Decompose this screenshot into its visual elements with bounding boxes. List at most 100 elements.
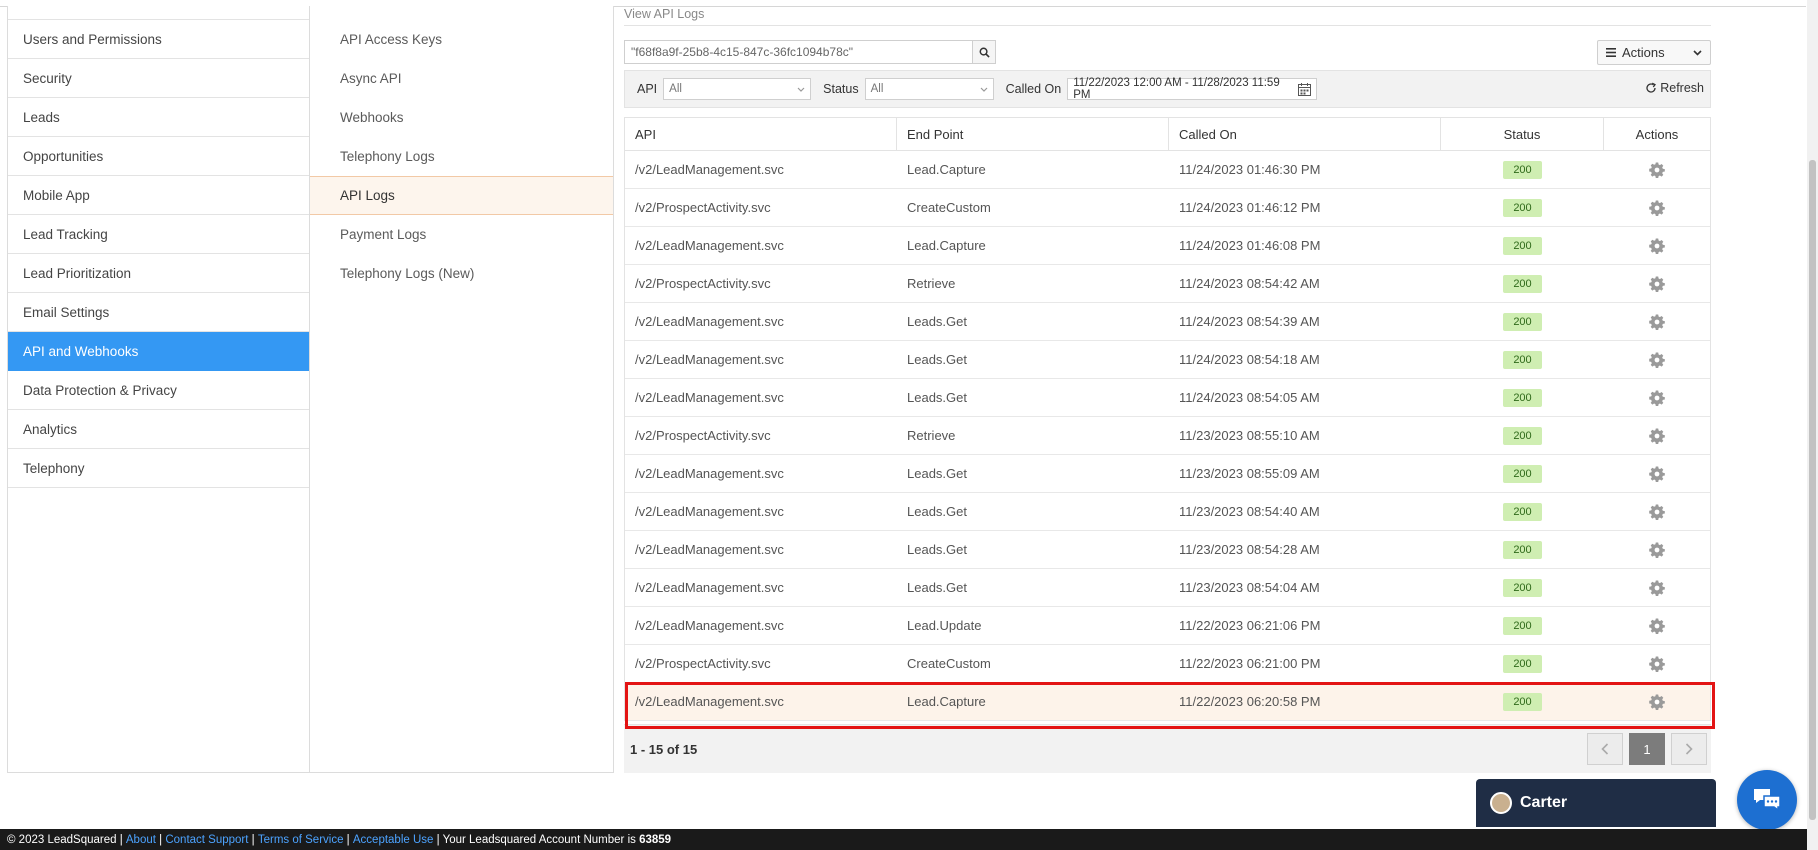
row-actions-button[interactable] <box>1649 694 1665 710</box>
table-row[interactable]: /v2/LeadManagement.svc Lead.Update 11/22/2… <box>625 607 1710 645</box>
cell-api: /v2/LeadManagement.svc <box>635 694 784 709</box>
footer-about-link[interactable]: About <box>126 834 156 846</box>
row-actions-button[interactable] <box>1649 314 1665 330</box>
subnav-item-api-access-keys[interactable]: API Access Keys <box>310 20 613 59</box>
chat-bubbles-icon <box>1754 789 1781 812</box>
page-title: View API Logs <box>624 6 1711 26</box>
sidebar-item-opportunities[interactable]: Opportunities <box>8 137 309 176</box>
subnav-item-async-api[interactable]: Async API <box>310 59 613 98</box>
cell-status: 200 <box>1441 151 1604 188</box>
chat-open-button[interactable] <box>1737 770 1797 830</box>
row-actions-button[interactable] <box>1649 504 1665 520</box>
column-header-endpoint[interactable]: End Point <box>897 118 1169 150</box>
avatar <box>1490 792 1512 814</box>
footer-terms-link[interactable]: Terms of Service <box>258 834 344 846</box>
sidebar-item-telephony[interactable]: Telephony <box>8 449 309 488</box>
column-header-called-on[interactable]: Called On <box>1169 118 1441 150</box>
sidebar-item-lead-prioritization[interactable]: Lead Prioritization <box>8 254 309 293</box>
subnav-item-label: API Access Keys <box>340 32 443 47</box>
row-actions-button[interactable] <box>1649 656 1665 672</box>
table-row[interactable]: /v2/LeadManagement.svc Lead.Capture 11/24/… <box>625 227 1710 265</box>
row-actions-button[interactable] <box>1649 352 1665 368</box>
search-bar <box>624 40 996 64</box>
table-row[interactable]: /v2/LeadManagement.svc Leads.Get 11/23/202… <box>625 569 1710 607</box>
scrollbar-thumb[interactable] <box>1809 160 1816 820</box>
sidebar-item-mobile-app[interactable]: Mobile App <box>8 176 309 215</box>
cell-api: /v2/ProspectActivity.svc <box>635 276 771 291</box>
table-row[interactable]: /v2/LeadManagement.svc Leads.Get 11/24/202… <box>625 303 1710 341</box>
filter-bar: API All Status All Called On 11/22/2023 … <box>624 70 1711 108</box>
footer-acceptable-use-link[interactable]: Acceptable Use <box>353 834 434 846</box>
api-filter-label: API <box>637 82 658 96</box>
row-actions-button[interactable] <box>1649 276 1665 292</box>
table-row[interactable]: /v2/LeadManagement.svc Leads.Get 11/23/202… <box>625 531 1710 569</box>
api-filter-select[interactable]: All <box>663 78 812 100</box>
sidebar-item-lead-tracking[interactable]: Lead Tracking <box>8 215 309 254</box>
sidebar-item-users-and-permissions[interactable]: Users and Permissions <box>8 20 309 59</box>
sidebar-item-leads[interactable]: Leads <box>8 98 309 137</box>
subnav-item-payment-logs[interactable]: Payment Logs <box>310 215 613 254</box>
row-actions-button[interactable] <box>1649 466 1665 482</box>
cell-status: 200 <box>1441 645 1604 682</box>
search-input[interactable] <box>624 40 972 64</box>
column-header-status[interactable]: Status <box>1441 118 1604 150</box>
sidebar-item-data-protection-privacy[interactable]: Data Protection & Privacy <box>8 371 309 410</box>
actions-label: Actions <box>1622 45 1665 60</box>
table-body: /v2/LeadManagement.svc Lead.Capture 11/24/… <box>625 151 1710 721</box>
table-row[interactable]: /v2/LeadManagement.svc Lead.Capture 11/22/… <box>625 683 1710 721</box>
table-row[interactable]: /v2/LeadManagement.svc Lead.Capture 11/24/… <box>625 151 1710 189</box>
footer-contact-link[interactable]: Contact Support <box>165 834 248 846</box>
refresh-icon <box>1646 82 1657 93</box>
row-actions-button[interactable] <box>1649 162 1665 178</box>
cell-called-on: 11/23/2023 08:54:04 AM <box>1179 580 1320 595</box>
pagination-bar: 1 - 15 of 15 1 <box>624 724 1711 773</box>
row-actions-button[interactable] <box>1649 428 1665 444</box>
subnav-item-webhooks[interactable]: Webhooks <box>310 98 613 137</box>
row-actions-button[interactable] <box>1649 542 1665 558</box>
chat-agent-bar[interactable]: Carter <box>1476 779 1716 827</box>
sidebar-item-email-settings[interactable]: Email Settings <box>8 293 309 332</box>
sidebar-item-analytics[interactable]: Analytics <box>8 410 309 449</box>
search-button[interactable] <box>972 40 996 64</box>
cell-actions <box>1604 683 1710 720</box>
status-filter-select[interactable]: All <box>864 78 994 100</box>
subnav-item-telephony-logs[interactable]: Telephony Logs <box>310 137 613 176</box>
subnav-item-telephony-logs-new[interactable]: Telephony Logs (New) <box>310 254 613 293</box>
table-row[interactable]: /v2/LeadManagement.svc Leads.Get 11/24/202… <box>625 379 1710 417</box>
status-badge: 200 <box>1503 198 1542 217</box>
actions-dropdown-button[interactable]: Actions <box>1597 40 1711 65</box>
table-row[interactable]: /v2/LeadManagement.svc Leads.Get 11/23/202… <box>625 493 1710 531</box>
table-row[interactable]: /v2/LeadManagement.svc Leads.Get 11/23/202… <box>625 455 1710 493</box>
cell-status: 200 <box>1441 569 1604 606</box>
column-header-api[interactable]: API <box>625 118 897 150</box>
calendar-icon <box>1298 82 1312 96</box>
row-actions-button[interactable] <box>1649 618 1665 634</box>
api-subnav: API Access Keys Async API Webhooks Telephon… <box>310 6 614 773</box>
cell-endpoint: Leads.Get <box>907 390 967 405</box>
previous-page-button[interactable] <box>1587 733 1623 765</box>
table-row[interactable]: /v2/ProspectActivity.svc CreateCustom 11/2… <box>625 645 1710 683</box>
table-row[interactable]: /v2/ProspectActivity.svc Retrieve 11/24/20… <box>625 265 1710 303</box>
row-actions-button[interactable] <box>1649 200 1665 216</box>
row-actions-button[interactable] <box>1649 580 1665 596</box>
status-badge: 200 <box>1503 502 1542 521</box>
status-badge: 200 <box>1503 616 1542 635</box>
subnav-item-api-logs[interactable]: API Logs <box>310 176 613 215</box>
cell-endpoint: Lead.Capture <box>907 238 986 253</box>
status-filter-value: All <box>870 83 884 95</box>
status-badge: 200 <box>1503 274 1542 293</box>
sidebar-item-security[interactable]: Security <box>8 59 309 98</box>
table-row[interactable]: /v2/LeadManagement.svc Leads.Get 11/24/202… <box>625 341 1710 379</box>
next-page-button[interactable] <box>1671 733 1707 765</box>
called-on-date-range[interactable]: 11/22/2023 12:00 AM - 11/28/2023 11:59 P… <box>1067 77 1318 101</box>
page-button-current[interactable]: 1 <box>1629 733 1665 765</box>
row-actions-button[interactable] <box>1649 238 1665 254</box>
row-actions-button[interactable] <box>1649 390 1665 406</box>
sidebar-item-api-and-webhooks[interactable]: API and Webhooks <box>8 332 309 371</box>
cell-actions <box>1604 569 1710 606</box>
page-scrollbar[interactable] <box>1807 0 1818 850</box>
refresh-button[interactable]: Refresh <box>1645 81 1704 95</box>
table-row[interactable]: /v2/ProspectActivity.svc CreateCustom 11/2… <box>625 189 1710 227</box>
table-row[interactable]: /v2/ProspectActivity.svc Retrieve 11/23/20… <box>625 417 1710 455</box>
status-badge: 200 <box>1503 350 1542 369</box>
